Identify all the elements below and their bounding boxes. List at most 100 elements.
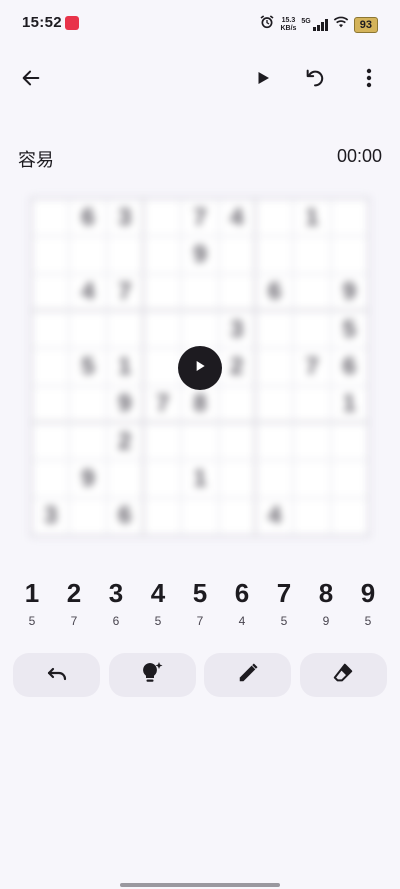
board-cell[interactable] (32, 348, 70, 386)
board-cell[interactable] (69, 385, 107, 423)
notes-button[interactable] (204, 653, 292, 697)
number-key-1[interactable]: 15 (12, 578, 52, 628)
board-cell[interactable]: 3 (106, 199, 144, 237)
board-cell[interactable] (293, 273, 331, 311)
board-cell[interactable]: 4 (218, 199, 256, 237)
board-cell[interactable]: 6 (255, 273, 294, 311)
resume-game-button[interactable] (178, 346, 222, 390)
board-cell[interactable] (218, 273, 256, 311)
board-cell[interactable] (255, 348, 294, 386)
board-cell[interactable] (32, 460, 70, 498)
restart-button[interactable] (295, 60, 335, 100)
board-cell[interactable]: 4 (255, 497, 294, 535)
number-key-2[interactable]: 27 (54, 578, 94, 628)
number-key-9[interactable]: 95 (348, 578, 388, 628)
number-key-4[interactable]: 45 (138, 578, 178, 628)
board-cell[interactable] (293, 310, 331, 349)
board-cell[interactable] (255, 385, 294, 423)
board-cell[interactable] (143, 497, 182, 535)
board-cell[interactable]: 3 (32, 497, 70, 535)
number-digit: 9 (360, 578, 376, 608)
board-cell[interactable] (255, 422, 294, 461)
board-cell[interactable] (181, 310, 219, 349)
board-cell[interactable] (32, 236, 70, 274)
board-cell[interactable]: 3 (218, 310, 256, 349)
board-cell[interactable] (255, 460, 294, 498)
board-cell[interactable] (32, 310, 70, 349)
board-cell[interactable]: 6 (106, 497, 144, 535)
board-cell[interactable] (330, 236, 368, 274)
board-cell[interactable] (293, 422, 331, 461)
number-key-8[interactable]: 89 (306, 578, 346, 628)
board-cell[interactable] (293, 460, 331, 498)
board-cell[interactable] (330, 460, 368, 498)
board-cell[interactable] (106, 460, 144, 498)
board-cell[interactable] (330, 422, 368, 461)
board-cell[interactable] (32, 273, 70, 311)
board-cell[interactable]: 7 (106, 273, 144, 311)
board-cell[interactable] (181, 497, 219, 535)
board-cell[interactable]: 1 (181, 460, 219, 498)
board-cell[interactable] (255, 236, 294, 274)
board-cell[interactable] (69, 310, 107, 349)
board-cell[interactable]: 1 (330, 385, 368, 423)
board-cell[interactable] (255, 310, 294, 349)
board-cell[interactable]: 5 (69, 348, 107, 386)
board-cell[interactable] (218, 236, 256, 274)
board-cell[interactable] (181, 422, 219, 461)
board-cell[interactable] (143, 310, 182, 349)
number-key-6[interactable]: 64 (222, 578, 262, 628)
board-cell[interactable] (218, 422, 256, 461)
number-key-5[interactable]: 57 (180, 578, 220, 628)
board-cell[interactable] (106, 236, 144, 274)
board-cell[interactable] (69, 236, 107, 274)
board-cell[interactable] (218, 497, 256, 535)
board-cell[interactable]: 9 (181, 236, 219, 274)
board-cell[interactable]: 2 (218, 348, 256, 386)
board-cell[interactable] (69, 497, 107, 535)
board-cell[interactable]: 9 (330, 273, 368, 311)
board-cell[interactable] (32, 422, 70, 461)
board-cell[interactable] (218, 460, 256, 498)
board-cell[interactable] (218, 385, 256, 423)
board-cell[interactable] (293, 236, 331, 274)
board-cell[interactable]: 5 (330, 310, 368, 349)
board-cell[interactable]: 1 (106, 348, 144, 386)
board-cell[interactable] (32, 199, 70, 237)
board-cell[interactable] (181, 273, 219, 311)
board-cell[interactable] (330, 497, 368, 535)
board-cell[interactable] (143, 422, 182, 461)
number-key-7[interactable]: 75 (264, 578, 304, 628)
board-cell[interactable]: 7 (181, 199, 219, 237)
more-options-button[interactable] (349, 60, 389, 100)
back-button[interactable] (11, 60, 51, 100)
undo-button[interactable] (13, 653, 100, 697)
board-cell[interactable] (293, 385, 331, 423)
board-cell[interactable]: 4 (69, 273, 107, 311)
board-cell[interactable]: 6 (69, 199, 107, 237)
board-cell[interactable]: 1 (293, 199, 331, 237)
board-cell[interactable]: 8 (181, 385, 219, 423)
board-cell[interactable] (69, 422, 107, 461)
board-cell[interactable] (330, 199, 368, 237)
board-cell[interactable] (143, 236, 182, 274)
board-cell[interactable]: 2 (106, 422, 144, 461)
erase-button[interactable] (299, 653, 387, 697)
board-cell[interactable]: 9 (106, 385, 144, 423)
play-button[interactable] (243, 60, 283, 100)
board-cell[interactable] (32, 385, 70, 423)
board-cell[interactable] (106, 310, 144, 349)
board-cell[interactable] (143, 460, 182, 498)
home-indicator[interactable] (120, 883, 280, 887)
board-cell[interactable] (255, 199, 294, 237)
board-cell[interactable] (293, 497, 331, 535)
board-cell[interactable]: 9 (69, 460, 107, 498)
hint-button[interactable] (108, 653, 196, 697)
board-cell[interactable]: 6 (330, 348, 368, 386)
board-cell[interactable]: 7 (143, 385, 182, 423)
board-cell[interactable] (143, 348, 182, 386)
board-cell[interactable] (143, 273, 182, 311)
board-cell[interactable]: 7 (293, 348, 331, 386)
board-cell[interactable] (143, 199, 182, 237)
number-key-3[interactable]: 36 (96, 578, 136, 628)
